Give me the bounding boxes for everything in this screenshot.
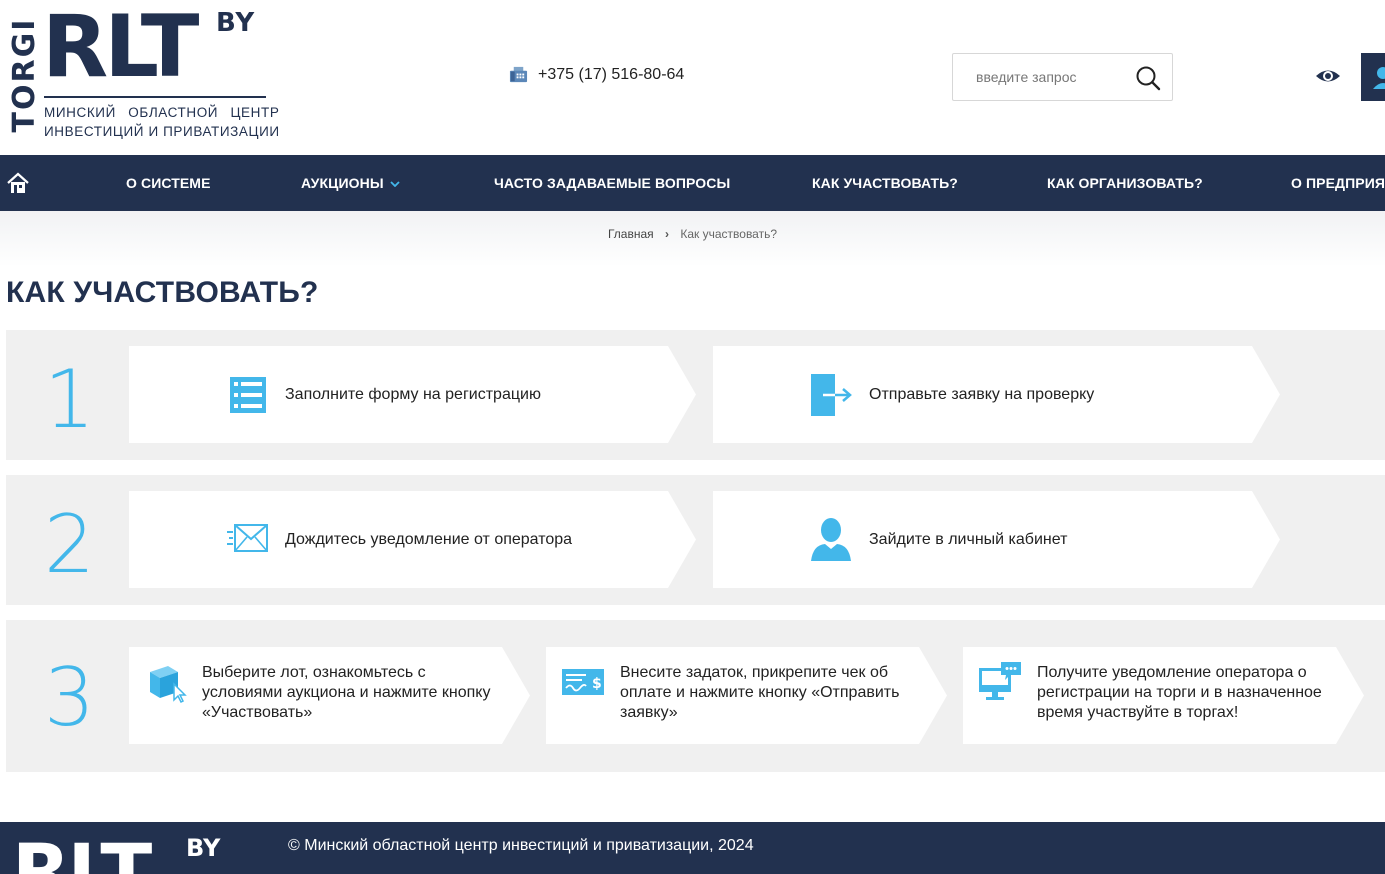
step-card-choose-lot: Выберите лот, ознакомьтесь с условиями а… (129, 647, 530, 744)
main-navigation: О СИСТЕМЕ АУКЦИОНЫ ЧАСТО ЗАДАВАЕМЫЕ ВОПР… (0, 155, 1385, 211)
nav-item-how-to-participate[interactable]: КАК УЧАСТВОВАТЬ? (812, 155, 958, 211)
site-footer: RLT BY © Минский областной центр инвести… (0, 822, 1385, 874)
site-header: TORGI RLT BY МИНСКИЙ ОБЛАСТНОЙ ЦЕНТР ИНВ… (0, 0, 1385, 155)
eye-icon (1316, 70, 1340, 82)
site-logo[interactable]: TORGI RLT BY МИНСКИЙ ОБЛАСТНОЙ ЦЕНТР ИНВ… (4, 2, 279, 142)
footer-logo-by: BY (186, 834, 221, 862)
breadcrumb-band: Главная › Как участвовать? (0, 211, 1385, 267)
monitor-chat-icon (979, 662, 1021, 702)
step-card-get-notification: Получите уведомление оператора о регистр… (963, 647, 1364, 744)
nav-item-about-system[interactable]: О СИСТЕМЕ (126, 155, 211, 211)
nav-item-faq[interactable]: ЧАСТО ЗАДАВАЕМЫЕ ВОПРОСЫ (494, 155, 730, 211)
breadcrumb-separator-icon: › (665, 227, 670, 241)
user-icon (1373, 67, 1385, 89)
svg-text:$: $ (592, 676, 602, 692)
step-card-text: Получите уведомление оператора о регистр… (1037, 664, 1322, 721)
page-title: КАК УЧАСТВОВАТЬ? (6, 276, 319, 309)
search-icon (1136, 66, 1161, 91)
phone-number: +375 (17) 516-80-64 (538, 65, 685, 83)
footer-copyright: © Минский областной центр инвестиций и п… (288, 837, 754, 854)
step-card-text: Отправьте заявку на проверку (869, 386, 1095, 403)
login-button[interactable] (1361, 53, 1385, 101)
step-card-pay-deposit: $ Внесите задаток, прикрепите чек об опл… (546, 647, 947, 744)
logo-divider (44, 96, 266, 98)
search-button[interactable] (1134, 64, 1162, 92)
step-card-text: Внесите задаток, прикрепите чек об оплат… (620, 664, 900, 721)
breadcrumb: Главная › Как участвовать? (0, 227, 1385, 241)
step-card-text: Дождитесь уведомление от оператора (285, 531, 573, 548)
step-row-2: 2 Дождитесь уведомление от оператора Зай… (6, 475, 1385, 605)
step-card-text: Заполните форму на регистрацию (285, 386, 541, 403)
send-request-icon (811, 374, 853, 416)
check-payment-icon: $ (562, 669, 604, 695)
logo-by: BY (216, 8, 256, 38)
step-number: 1 (44, 353, 95, 446)
breadcrumb-current: Как участвовать? (680, 227, 778, 241)
accessibility-eye-button[interactable] (1313, 66, 1343, 86)
header-phone[interactable]: +375 (17) 516-80-64 (509, 65, 684, 84)
fax-phone-icon (509, 66, 528, 83)
logo-subtitle-line1: МИНСКИЙ ОБЛАСТНОЙ ЦЕНТР (44, 105, 280, 120)
home-icon (7, 172, 29, 193)
step-number: 3 (44, 651, 95, 744)
step-card-text: Зайдите в личный кабинет (869, 531, 1068, 548)
step-number: 2 (44, 498, 95, 591)
step-row-3: 3 Выберите лот, ознакомьтесь с условиями… (6, 620, 1385, 772)
step-card-submit-check: Отправьте заявку на проверку (713, 346, 1280, 443)
logo-rlt: RLT (42, 0, 199, 97)
nav-item-auctions[interactable]: АУКЦИОНЫ (301, 155, 400, 211)
cube-cursor-icon (148, 664, 188, 704)
search-input[interactable] (954, 55, 1129, 99)
step-card-wait-notification: Дождитесь уведомление от оператора (129, 491, 696, 588)
step-card-register: Заполните форму на регистрацию (129, 346, 696, 443)
step-row-1: 1 Заполните форму на регистрацию Отправь… (6, 330, 1385, 460)
breadcrumb-home-link[interactable]: Главная (608, 227, 654, 241)
nav-item-about-company[interactable]: О ПРЕДПРИЯТ (1291, 155, 1385, 211)
form-icon (230, 377, 266, 413)
step-card-open-account: Зайдите в личный кабинет (713, 491, 1280, 588)
nav-item-how-to-organize[interactable]: КАК ОРГАНИЗОВАТЬ? (1047, 155, 1203, 211)
logo-torgi: TORGI (7, 17, 42, 133)
search-box (952, 53, 1173, 101)
envelope-icon (227, 523, 269, 555)
step-card-text: Выберите лот, ознакомьтесь с условиями а… (202, 664, 491, 721)
footer-logo-rlt[interactable]: RLT (12, 832, 152, 874)
nav-home-button[interactable] (6, 171, 30, 195)
logo-subtitle-line2: ИНВЕСТИЦИЙ И ПРИВАТИЗАЦИИ (44, 124, 280, 139)
user-icon (811, 517, 851, 561)
chevron-down-icon (390, 181, 400, 188)
